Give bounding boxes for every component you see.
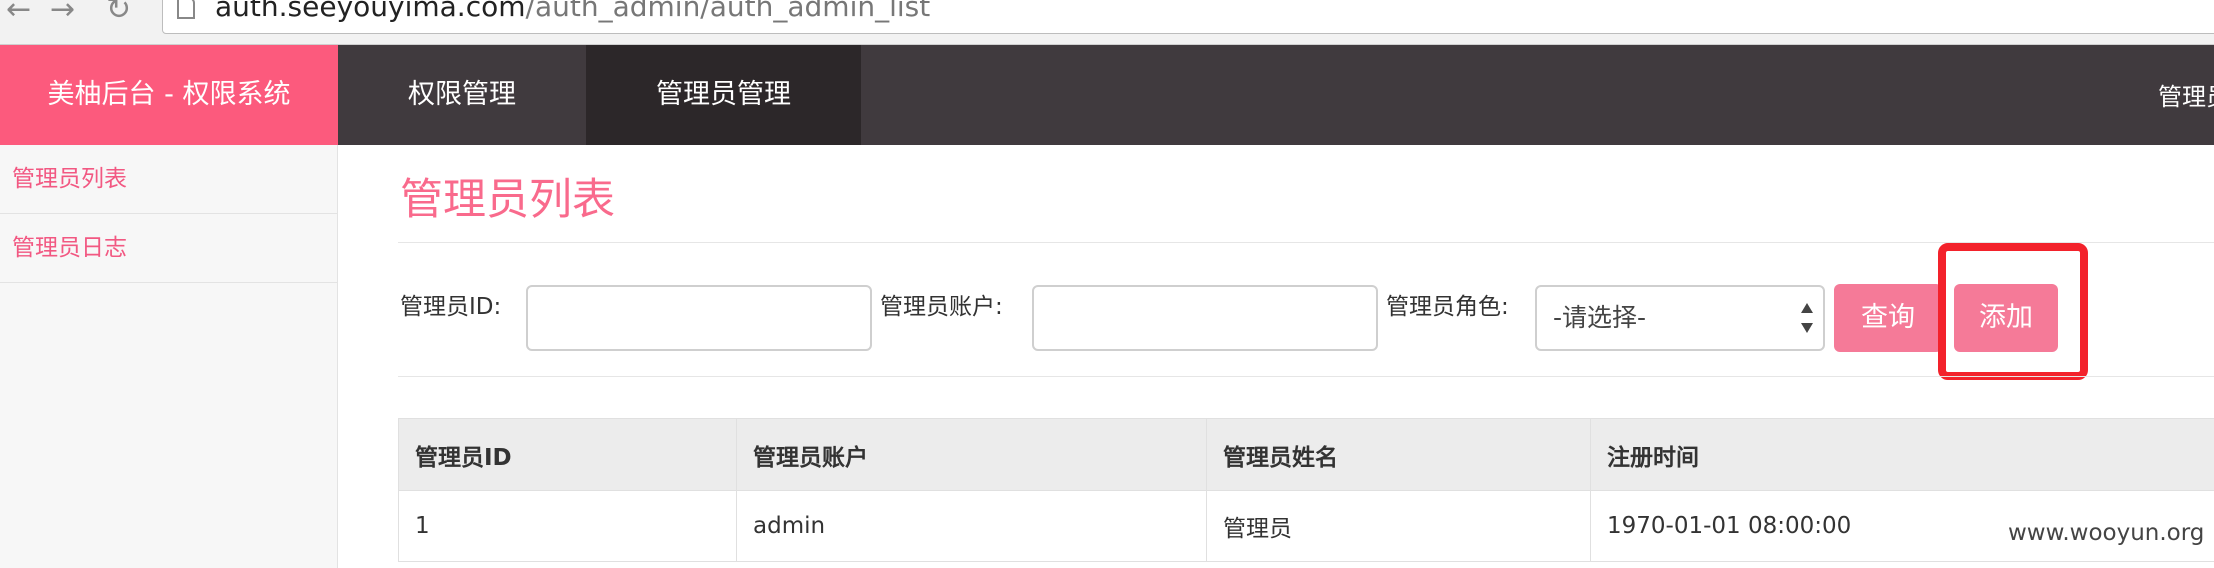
main-content: 管理员列表 管理员ID: 管理员账户: 管理员角色: -请选择- 查询 添加 管… [398,145,2214,568]
url-text: auth.seeyouyima.com/auth_admin/auth_admi… [215,0,930,25]
url-host: auth.seeyouyima.com [215,0,526,23]
page-title: 管理员列表 [400,175,615,225]
app-header: 美柚后台 - 权限系统 权限管理 管理员管理 管理员 [0,45,2214,145]
account-label: 管理员账户: [880,294,1003,320]
sidebar-item-admin-list[interactable]: 管理员列表 [0,145,337,214]
address-bar[interactable]: auth.seeyouyima.com/auth_admin/auth_admi… [162,0,2214,34]
select-arrows-icon [1801,303,1813,333]
highlight-box [1938,243,2088,380]
role-select[interactable]: -请选择- [1535,285,1825,351]
table-row[interactable]: 1 admin 管理员 1970-01-01 08:00:00 [398,490,2214,562]
cell-account: admin [736,490,1207,562]
cell-id: 1 [398,490,737,562]
page-icon [177,0,195,19]
admin-table: 管理员ID 管理员账户 管理员姓名 注册时间 1 admin 管理员 1970-… [398,418,2214,562]
column-header-name: 管理员姓名 [1206,418,1591,491]
role-select-value: -请选择- [1553,303,1647,332]
watermark: www.wooyun.org [2008,520,2205,546]
admin-id-input[interactable] [526,285,872,351]
nav-item-admins[interactable]: 管理员管理 [586,45,861,145]
url-path: /auth_admin/auth_admin_list [525,0,931,23]
sidebar: 管理员列表 管理员日志 [0,145,338,568]
query-button[interactable]: 查询 [1834,284,1942,352]
admin-id-label: 管理员ID: [400,294,502,320]
divider [398,242,2214,243]
top-nav: 权限管理 管理员管理 [338,45,861,145]
role-label: 管理员角色: [1386,294,1509,320]
nav-item-permissions[interactable]: 权限管理 [338,45,586,145]
column-header-account: 管理员账户 [736,418,1207,491]
column-header-register-time: 注册时间 [1590,418,2214,491]
column-header-id: 管理员ID [398,418,737,491]
cell-name: 管理员 [1206,490,1591,562]
account-input[interactable] [1032,285,1378,351]
back-arrow-icon[interactable]: ← [6,0,31,30]
table-header-row: 管理员ID 管理员账户 管理员姓名 注册时间 [398,418,2214,491]
forward-arrow-icon[interactable]: → [50,0,75,30]
divider [398,376,2214,377]
brand-title[interactable]: 美柚后台 - 权限系统 [0,45,338,145]
reload-icon[interactable]: ↻ [106,0,131,30]
sidebar-item-admin-log[interactable]: 管理员日志 [0,214,337,283]
user-menu[interactable]: 管理员 [2158,45,2214,149]
browser-toolbar: ← → ↻ auth.seeyouyima.com/auth_admin/aut… [0,0,2214,45]
